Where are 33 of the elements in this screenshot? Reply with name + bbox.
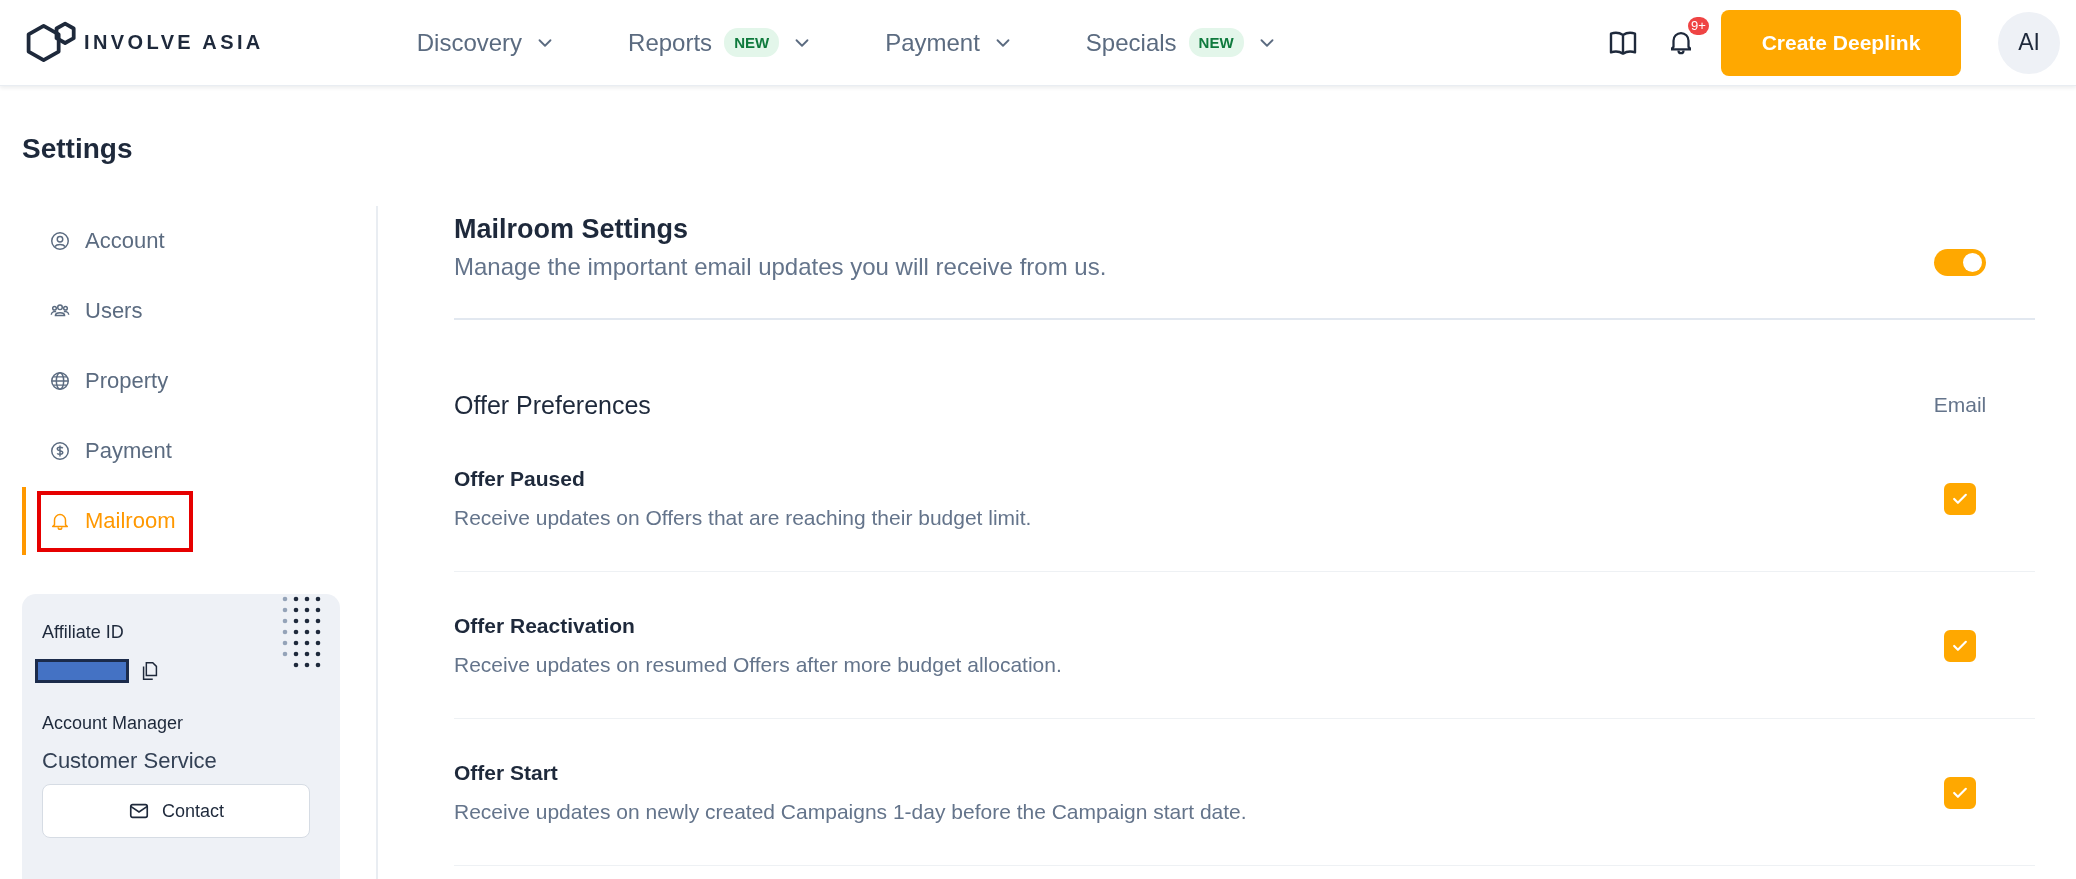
preference-title: Offer Start [454,761,558,785]
column-header: Email [1933,393,1987,417]
account-manager-label: Account Manager [42,713,184,734]
contact-button[interactable]: Contact [42,784,310,838]
nav-menu[interactable]: Discovery [416,28,557,57]
email-checkbox[interactable] [1944,483,1976,515]
email-checkbox[interactable] [1944,777,1976,809]
preference-description: Receive updates on resumed Offers after more budget allocation. [454,652,1062,678]
toggle-switch[interactable] [1934,248,1986,276]
preference-title: Offer Reactivation [454,614,635,638]
preference-description: Receive updates on Offers that are reaching their budget limit. [454,505,1032,531]
dollar-icon [49,440,71,462]
user-circle-icon [49,230,71,252]
notification-badge: 9+ [1688,17,1709,35]
nav-menu[interactable]: Reports NEW [628,28,814,57]
section-title: Mailroom Settings [454,214,689,245]
logo-text: INVOLVE ASIA [84,31,264,54]
preference-description: Receive updates on newly created Campaigns 1-day before the Campaign start date. [454,799,1247,825]
globe-icon [49,370,71,392]
sidebar-item[interactable]: Payment [37,420,190,482]
sidebar-item[interactable]: Users [37,280,161,342]
avatar[interactable]: AI [1998,11,2060,74]
sidebar-item[interactable]: Account [37,210,183,272]
preference-title: Offer Paused [454,467,585,491]
affiliate-id-label: Affiliate ID [42,622,124,643]
page-title: Settings [22,132,133,166]
email-checkbox[interactable] [1944,630,1976,662]
sidebar-item[interactable]: Property [37,350,187,412]
nav-menu[interactable]: Specials NEW [1085,28,1278,57]
subsection-title: Offer Preferences [454,390,652,420]
account-manager-name: Customer Service [42,748,217,774]
nav-menu[interactable]: Payment [885,28,1014,57]
section-subtitle: Manage the important email updates you will receive from us. [454,253,1107,281]
